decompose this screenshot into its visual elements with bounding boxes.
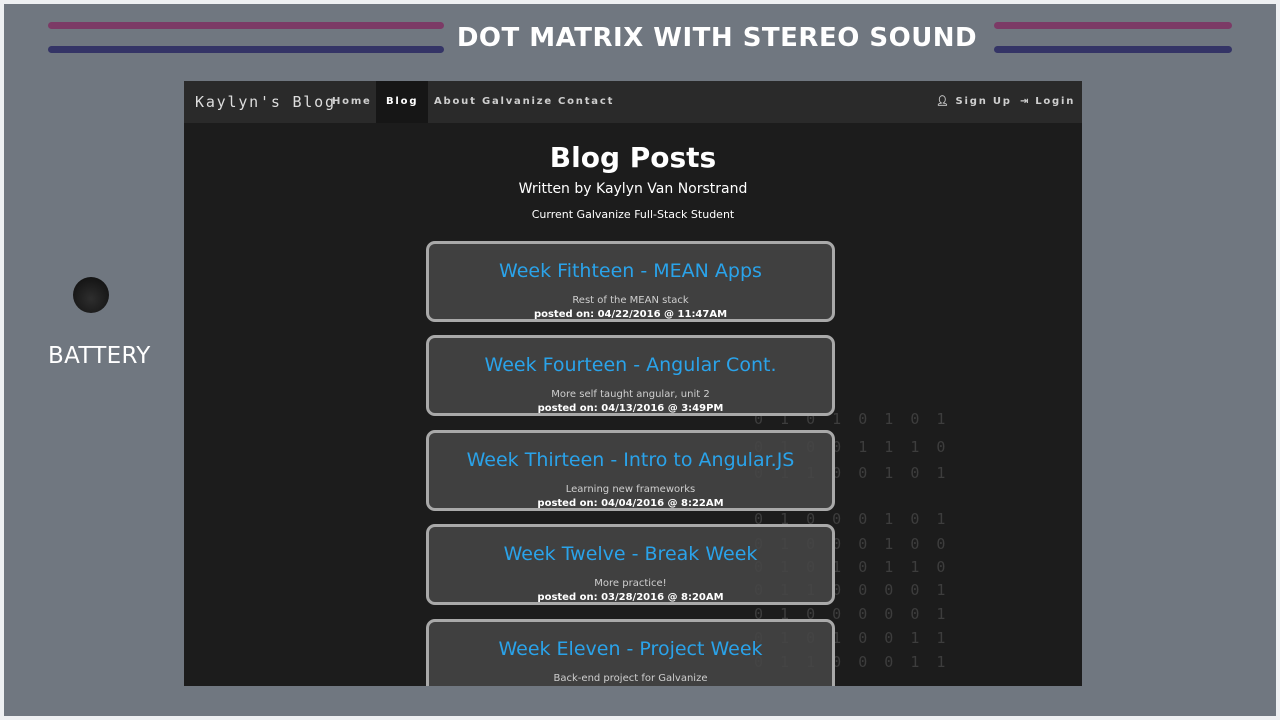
post-title-link[interactable]: Week Fourteen - Angular Cont. xyxy=(429,354,832,376)
post-card: Week Thirteen - Intro to Angular.JS Lear… xyxy=(426,430,835,511)
brand-link[interactable]: Kaylyn's Blog xyxy=(195,81,336,123)
battery-label: BATTERY xyxy=(48,343,151,369)
decor-stripe xyxy=(994,46,1232,53)
user-icon: 👤︎ xyxy=(936,96,951,107)
post-date: posted on: 03/28/2016 @ 8:20AM xyxy=(537,592,724,603)
battery-led xyxy=(73,277,109,313)
nav-login-label: Login xyxy=(1035,96,1076,107)
post-date: posted on: 04/04/2016 @ 8:22AM xyxy=(537,498,724,509)
device-title: DOT MATRIX WITH STEREO SOUND xyxy=(456,23,978,53)
post-title-link[interactable]: Week Thirteen - Intro to Angular.JS xyxy=(429,449,832,471)
decor-stripe xyxy=(48,46,444,53)
page-subtitle-secondary: Current Galvanize Full-Stack Student xyxy=(531,208,735,221)
post-description: Learning new frameworks xyxy=(565,484,696,495)
page-subtitle: Written by Kaylyn Van Norstrand xyxy=(518,181,748,197)
nav-blog[interactable]: Blog xyxy=(376,81,429,123)
nav-login[interactable]: ⇥ Login xyxy=(1010,81,1082,123)
post-card: Week Twelve - Break Week More practice! … xyxy=(426,524,835,605)
post-description: Rest of the MEAN stack xyxy=(572,295,689,306)
post-card: Week Fourteen - Angular Cont. More self … xyxy=(426,335,835,416)
post-description: Back-end project for Galvanize xyxy=(553,673,708,684)
post-card: Week Fithteen - MEAN Apps Rest of the ME… xyxy=(426,241,835,322)
decor-stripe xyxy=(994,22,1232,29)
post-title-link[interactable]: Week Eleven - Project Week xyxy=(429,638,832,660)
page-title: Blog Posts xyxy=(549,141,717,174)
nav-contact[interactable]: Contact xyxy=(548,81,624,123)
post-description: More self taught angular, unit 2 xyxy=(551,389,710,400)
post-date: posted on: 04/13/2016 @ 3:49PM xyxy=(537,403,724,414)
nav-sign-up[interactable]: 👤︎ Sign Up xyxy=(926,81,1022,123)
post-title-link[interactable]: Week Fithteen - MEAN Apps xyxy=(429,260,832,282)
screen: 0 1 0 1 0 1 0 1 0 1 0 0 1 1 1 0 0 1 1 0 … xyxy=(184,81,1082,686)
nav-home[interactable]: Home xyxy=(322,81,382,123)
nav-sign-up-label: Sign Up xyxy=(955,96,1012,107)
nav-about-galvanize[interactable]: About Galvanize xyxy=(424,81,563,123)
post-date: posted on: 04/22/2016 @ 11:47AM xyxy=(533,309,728,320)
post-title-link[interactable]: Week Twelve - Break Week xyxy=(429,543,832,565)
post-card: Week Eleven - Project Week Back-end proj… xyxy=(426,619,835,686)
decor-stripe xyxy=(48,22,444,29)
login-icon: ⇥ xyxy=(1020,96,1031,107)
post-description: More practice! xyxy=(594,578,667,589)
navbar: Kaylyn's Blog Home Blog About Galvanize … xyxy=(184,81,1082,123)
